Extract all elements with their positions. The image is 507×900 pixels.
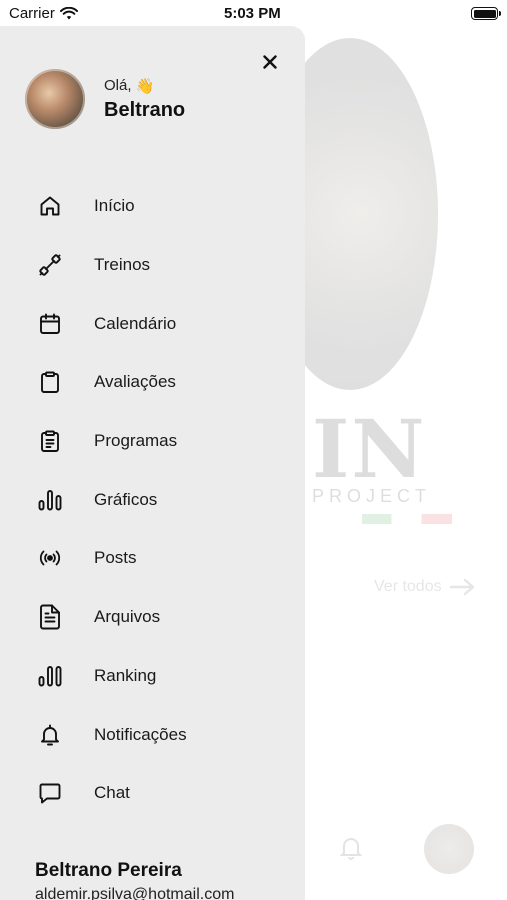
menu-item-label: Calendário [94,313,177,333]
menu-item-avaliacoes[interactable]: Avaliações [0,353,305,412]
status-bar: Carrier 5:03 PM [0,0,507,26]
menu-item-label: Treinos [94,255,151,275]
profile-header: Olá, 👋 Beltrano [25,69,185,129]
menu-item-label: Ranking [94,665,157,685]
background-logo: IN [312,402,427,496]
menu-item-arquivos[interactable]: Arquivos [0,588,305,647]
menu-item-notificacoes[interactable]: Notificações [0,705,305,764]
menu-item-label: Avaliações [94,372,176,392]
menu-item-label: Início [94,196,135,216]
profile-name: Beltrano [104,98,186,121]
menu-item-label: Chat [94,783,130,803]
footer-user-email: aldemir.psilva@hotmail.com [35,886,235,900]
drawer-menu: Início Treinos Calendário Avaliações Pro… [0,177,305,823]
close-drawer-button[interactable] [258,50,282,74]
background-flag-stripe [362,514,452,524]
background-avatar [424,824,474,874]
menu-item-label: Posts [94,548,137,568]
carrier: Carrier [9,5,78,22]
wifi-icon [59,7,78,20]
menu-item-ranking[interactable]: Ranking [0,647,305,706]
background-bell-icon [340,838,362,860]
dumbbell-icon [37,252,63,278]
carrier-label: Carrier [9,5,55,22]
calendar-icon [37,311,63,337]
navigation-drawer: Olá, 👋 Beltrano Início Treinos Calendári… [0,26,305,900]
ranking-chart-icon [37,663,63,689]
menu-item-posts[interactable]: Posts [0,529,305,588]
home-icon [37,193,63,219]
clock: 5:03 PM [224,5,281,22]
footer-user-name: Beltrano Pereira [35,860,182,881]
chat-icon [37,780,63,806]
battery-icon [471,7,501,20]
menu-item-graficos[interactable]: Gráficos [0,470,305,529]
see-all-label: Ver todos [374,578,442,595]
avatar[interactable] [25,69,85,129]
menu-item-treinos[interactable]: Treinos [0,236,305,295]
file-icon [37,604,63,630]
arrow-right-icon [449,578,474,596]
greeting-text: Olá, [104,77,132,94]
menu-item-label: Notificações [94,724,187,744]
clipboard-list-icon [37,428,63,454]
background-see-all-link: Ver todos [374,578,476,596]
bar-chart-icon [37,487,63,513]
menu-item-chat[interactable]: Chat [0,764,305,823]
menu-item-inicio[interactable]: Início [0,177,305,236]
drawer-footer: Beltrano Pereira aldemir.psilva@hotmail.… [35,860,234,900]
broadcast-icon [37,545,63,571]
greeting: Olá, 👋 [104,77,185,95]
clipboard-icon [37,369,63,395]
menu-item-label: Programas [94,431,178,451]
menu-item-label: Arquivos [94,607,161,627]
background-logo-subtitle: PROJECT [312,486,432,506]
close-icon [263,55,277,69]
waving-hand-icon: 👋 [135,77,155,95]
menu-item-calendario[interactable]: Calendário [0,294,305,353]
menu-item-programas[interactable]: Programas [0,412,305,471]
bell-icon [37,722,63,748]
menu-item-label: Gráficos [94,489,158,509]
